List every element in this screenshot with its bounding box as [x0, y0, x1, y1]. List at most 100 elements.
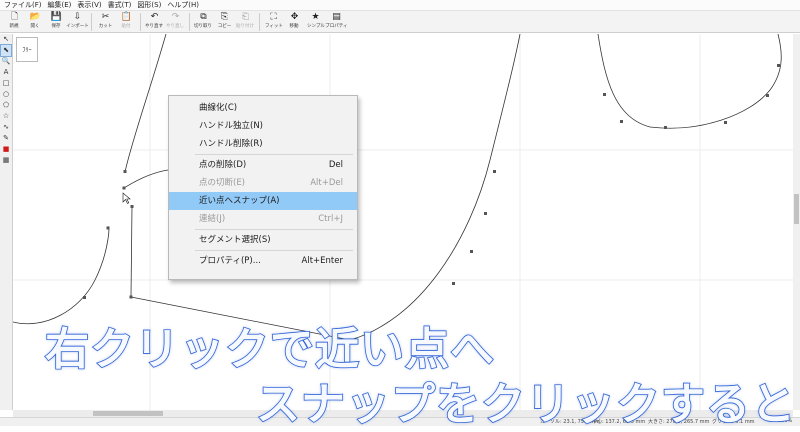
toolbar-button-label: やり直し: [166, 23, 185, 29]
context-menu-shortcut: Alt+Enter: [301, 256, 343, 266]
context-menu-item-label: 曲線化(C): [199, 103, 238, 113]
undo-button[interactable]: ↶ やり直す: [144, 11, 165, 32]
anchor-point: [724, 121, 727, 124]
redo-button[interactable]: ↷ やり直し: [165, 11, 186, 32]
context-menu-item-label: 点の削除(D): [199, 160, 247, 170]
menu-item[interactable]: 図形(S): [137, 0, 161, 10]
paste-special-button[interactable]: ⎗ 貼り付け: [235, 11, 256, 32]
copy-button[interactable]: ⎘ コピー: [214, 11, 235, 32]
menu-separator: [195, 250, 353, 251]
toolbar-button-label: シンプル: [306, 23, 325, 29]
simple-button[interactable]: ★ シンプル: [305, 11, 326, 32]
menu-item[interactable]: ファイル(F): [4, 0, 42, 10]
anchor-point: [603, 93, 606, 96]
color-swatch-icon[interactable]: ■: [1, 144, 11, 155]
context-menu-shortcut: Alt+Del: [310, 178, 343, 188]
toolbar-button-label: カット: [98, 23, 113, 29]
context-menu-item-label: 近い点へスナップ(A): [199, 196, 280, 206]
anchor-point: [106, 226, 110, 230]
toolbar-button-label: コピー: [217, 23, 232, 29]
toolbar-separator: [91, 13, 92, 31]
context-menu-item-label: 連結(J): [199, 214, 226, 224]
toolbar-button-label: 切り取り: [194, 23, 213, 29]
context-menu-item[interactable]: 連結(J) Ctrl+J: [169, 210, 357, 228]
anchor-point: [470, 250, 473, 253]
zoom-icon[interactable]: 🔍: [1, 56, 11, 67]
open-folder-button[interactable]: 📂 開く: [25, 11, 46, 32]
fit-icon: ⛶: [270, 12, 277, 22]
context-menu-item[interactable]: 近い点へスナップ(A): [169, 192, 357, 210]
move-button[interactable]: ✥ 移動: [284, 11, 305, 32]
paste-special-icon: ⎗: [241, 12, 250, 22]
save-button[interactable]: 💾 保存: [46, 11, 67, 32]
arrow-select-icon[interactable]: ↖: [1, 34, 11, 45]
paste-icon: 📋: [120, 12, 133, 22]
cut-icon: ✂: [101, 12, 110, 22]
import-button[interactable]: ⇩ インポート: [66, 11, 89, 32]
pen-tool-icon[interactable]: ✎: [1, 133, 11, 144]
curve-path-right: [349, 34, 521, 341]
toolbar-button-label: 貼付: [121, 23, 131, 29]
split-button[interactable]: ⧉ 切り取り: [193, 11, 214, 32]
vertical-scrollbar[interactable]: [793, 34, 800, 410]
menu-item[interactable]: 編集(E): [48, 0, 72, 10]
context-menu-item-label: ハンドル独立(N): [199, 121, 263, 131]
curve-path-bottom-left: [13, 226, 110, 325]
menu-separator: [195, 154, 353, 155]
menu-item[interactable]: 書式(T): [108, 0, 132, 10]
curve-tool-icon[interactable]: ∿: [1, 122, 11, 133]
page-thumbnail[interactable]: ﾌﾘｰ: [16, 37, 38, 62]
caption-line-2: スナップをクリックすると: [255, 378, 796, 431]
split-icon: ⧉: [200, 12, 207, 22]
properties-icon: ▤: [332, 12, 341, 22]
mouse-cursor-icon: [122, 192, 131, 204]
grid-icon[interactable]: ▦: [1, 155, 11, 166]
cut-button[interactable]: ✂ カット: [95, 11, 116, 32]
context-menu-shortcut: Del: [328, 160, 343, 170]
anchor-point: [122, 186, 126, 190]
paste-button[interactable]: 📋 貼付: [116, 11, 137, 32]
scroll-thumb[interactable]: [93, 411, 163, 416]
menu-item[interactable]: 表示(V): [77, 0, 101, 10]
toolbar: 🗋 新規 📂 開く 💾 保存 ⇩ インポート ✂ カット 📋 貼付 ↶ やり直す ↷ やり直し ⧉ 切り取り ⎘ コピ…: [0, 11, 800, 33]
anchor-point: [620, 120, 623, 123]
context-menu-item[interactable]: プロパティ(P)... Alt+Enter: [169, 252, 357, 270]
copy-icon: ⎘: [220, 12, 229, 22]
toolbar-button-label: 貼り付け: [236, 23, 255, 29]
toolbar-button-label: やり直す: [145, 23, 164, 29]
context-menu-item[interactable]: セグメント選択(S): [169, 231, 357, 249]
star-tool-icon[interactable]: ☆: [1, 111, 11, 122]
menu-item[interactable]: ヘルプ(H): [167, 0, 199, 10]
rectangle-tool-icon[interactable]: □: [1, 78, 11, 89]
context-menu-item[interactable]: 点の切断(E) Alt+Del: [169, 174, 357, 192]
ellipse-tool-icon[interactable]: ○: [1, 89, 11, 100]
redo-icon: ↷: [171, 12, 180, 22]
scroll-thumb[interactable]: [794, 194, 799, 224]
text-tool-icon[interactable]: A: [1, 67, 11, 78]
toolbar-button-label: フィット: [264, 23, 283, 29]
move-icon: ✥: [290, 12, 299, 22]
thumbnail-label: ﾌﾘｰ: [22, 47, 32, 54]
anchor-point: [83, 296, 86, 299]
toolbar-button-label: 開く: [30, 23, 40, 29]
toolbar-separator: [140, 13, 141, 31]
fit-button[interactable]: ⛶ フィット: [263, 11, 284, 32]
toolbar-button-label: プロパティ: [325, 23, 348, 29]
menu-separator: [195, 229, 353, 230]
anchor-point: [766, 94, 769, 97]
node-select-icon[interactable]: ⬉: [0, 44, 12, 57]
context-menu-item[interactable]: 曲線化(C): [169, 99, 357, 117]
new-file-button[interactable]: 🗋 新規: [4, 11, 25, 32]
anchor-point: [493, 170, 496, 173]
context-menu-item[interactable]: ハンドル独立(N): [169, 117, 357, 135]
toolbar-button-label: 保存: [51, 23, 61, 29]
properties-button[interactable]: ▤ プロパティ: [325, 11, 348, 32]
polygon-tool-icon[interactable]: ⬠: [1, 100, 11, 111]
context-menu-item[interactable]: 点の削除(D) Del: [169, 156, 357, 174]
menu-bar: ファイル(F) 編集(E) 表示(V) 書式(T) 図形(S) ヘルプ(H): [0, 0, 800, 11]
context-menu: 曲線化(C) ハンドル独立(N) ハンドル削除(R) 点の削除(D) Del 点の切断(E…: [168, 95, 358, 280]
context-menu-item[interactable]: ハンドル削除(R): [169, 135, 357, 153]
toolbar-button-label: インポート: [66, 23, 89, 29]
context-menu-item-label: ハンドル削除(R): [199, 139, 263, 149]
anchor-point: [130, 205, 134, 208]
